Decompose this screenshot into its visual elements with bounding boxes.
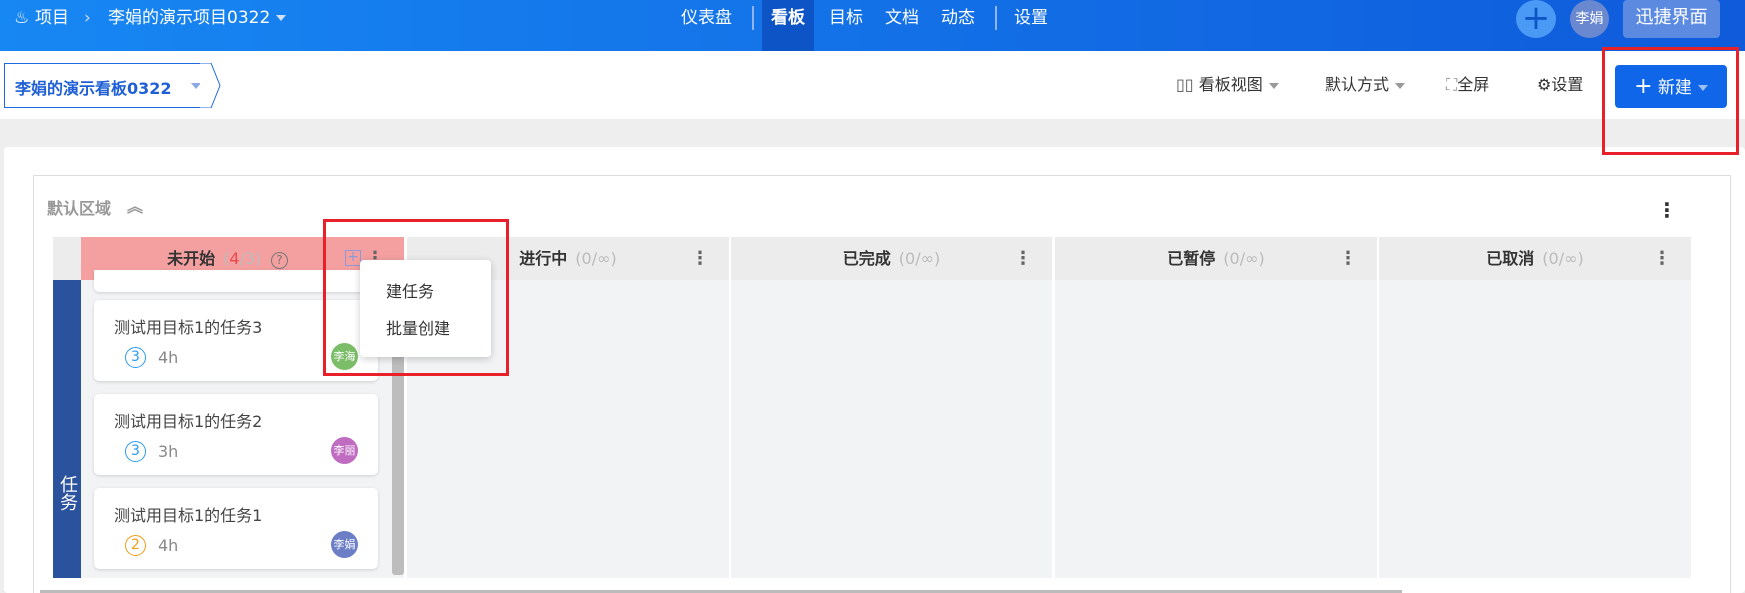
column-name: 已完成 — [842, 249, 891, 268]
breadcrumb-arrow — [200, 63, 221, 108]
quick-ui-button[interactable]: 迅捷界面 — [1623, 0, 1720, 38]
column-count: 0 — [905, 249, 916, 268]
toolbar: 李娟的演示看板0322 ▯▯ 看板视图 默认方式 ⛶全屏 ⚙设置 + 新建 — [0, 51, 1745, 119]
chevron-right-icon: › — [84, 8, 91, 28]
nav-board[interactable]: 看板 — [762, 0, 814, 51]
rocket-icon: ♨ — [14, 8, 30, 28]
task-title: 测试用目标1的任务1 — [114, 506, 263, 525]
swimlane-label: 任务 — [53, 280, 81, 578]
column-limit: 3 — [244, 249, 256, 268]
top-header: ♨ 项目 › 李娟的演示项目0322 仪表盘 看板 目标 文档 动态 设置 + … — [0, 0, 1745, 51]
column-menu-icon[interactable]: ⋮ — [1653, 237, 1671, 280]
user-avatar[interactable]: 李娟 — [1570, 0, 1609, 38]
nav-settings[interactable]: 设置 — [1005, 0, 1057, 51]
column-count: 0 — [1548, 249, 1559, 268]
divider — [995, 6, 997, 30]
collapse-icon[interactable]: ︽ — [127, 193, 143, 217]
board-view-icon: ▯▯ — [1176, 75, 1194, 94]
column-limit: ∞ — [1564, 249, 1578, 268]
region-title: 默认区域 — [47, 199, 112, 218]
breadcrumb-projects[interactable]: 项目 — [35, 7, 69, 29]
task-hours: 4h — [158, 348, 179, 367]
fullscreen-button[interactable]: ⛶全屏 — [1446, 74, 1489, 96]
sort-label: 默认方式 — [1325, 75, 1390, 94]
caret-down-icon — [1395, 82, 1406, 89]
task-title: 测试用目标1的任务3 — [114, 318, 263, 337]
story-points: 2 — [125, 535, 146, 556]
task-card[interactable]: 测试用目标1的任务1 2 4h 李娟 — [94, 488, 378, 569]
column-name: 进行中 — [519, 249, 568, 268]
board-selector[interactable]: 李娟的演示看板0322 — [4, 63, 211, 108]
task-title: 测试用目标1的任务2 — [114, 412, 263, 431]
task-hours: 4h — [158, 536, 179, 555]
task-hours: 3h — [158, 442, 179, 461]
column-name: 已取消 — [1486, 249, 1535, 268]
column-menu-icon[interactable]: ⋮ — [691, 237, 709, 280]
assignee-avatar[interactable]: 李丽 — [331, 437, 358, 464]
task-card[interactable]: 测试用目标1的任务2 3 3h 李丽 — [94, 394, 378, 475]
fullscreen-label: 全屏 — [1457, 75, 1490, 94]
sort-selector[interactable]: 默认方式 — [1325, 74, 1406, 96]
divider — [752, 6, 754, 30]
gear-icon: ⚙ — [1537, 75, 1552, 94]
fullscreen-icon: ⛶ — [1446, 75, 1458, 94]
nav-activity[interactable]: 动态 — [932, 0, 984, 51]
settings-label: 设置 — [1551, 75, 1584, 94]
caret-down-icon — [1268, 82, 1279, 89]
view-label: 看板视图 — [1198, 75, 1263, 94]
column-count: 0 — [1229, 249, 1240, 268]
region-menu-icon[interactable]: ⋮ — [1657, 198, 1677, 222]
assignee-avatar[interactable]: 李娟 — [331, 531, 358, 558]
column-header-cancelled: 已取消 (0/∞) ⋮ — [1379, 237, 1691, 280]
view-selector[interactable]: ▯▯ 看板视图 — [1176, 74, 1279, 96]
column-body-cancelled — [1379, 280, 1691, 578]
nav-dashboard[interactable]: 仪表盘 — [672, 0, 741, 51]
nav-goals[interactable]: 目标 — [820, 0, 872, 51]
column-header-done: 已完成 (0/∞) ⋮ — [731, 237, 1052, 280]
column-menu-icon[interactable]: ⋮ — [1014, 237, 1032, 280]
add-icon[interactable]: + — [1516, 0, 1556, 38]
column-limit: ∞ — [1245, 249, 1259, 268]
column-count: 4 — [229, 249, 240, 268]
column-count: 0 — [581, 249, 592, 268]
caret-down-icon — [276, 15, 287, 21]
column-body-paused — [1055, 280, 1377, 578]
column-limit: ∞ — [597, 249, 611, 268]
column-name: 未开始 — [167, 249, 216, 268]
column-limit: ∞ — [920, 249, 934, 268]
nav-docs[interactable]: 文档 — [876, 0, 928, 51]
story-points: 3 — [125, 441, 146, 462]
column-name: 已暂停 — [1167, 249, 1216, 268]
project-name: 李娟的演示项目0322 — [108, 8, 271, 28]
highlight-box — [323, 219, 509, 376]
highlight-box — [1602, 47, 1739, 155]
project-selector[interactable]: 李娟的演示项目0322 — [108, 7, 287, 29]
help-icon[interactable]: ? — [270, 252, 288, 269]
settings-button[interactable]: ⚙设置 — [1537, 74, 1583, 96]
board-name: 李娟的演示看板0322 — [15, 79, 172, 98]
column-menu-icon[interactable]: ⋮ — [1339, 237, 1357, 280]
column-body-done — [731, 280, 1052, 578]
column-header-paused: 已暂停 (0/∞) ⋮ — [1055, 237, 1377, 280]
story-points: 3 — [125, 347, 146, 368]
swimlane-header — [53, 237, 81, 280]
